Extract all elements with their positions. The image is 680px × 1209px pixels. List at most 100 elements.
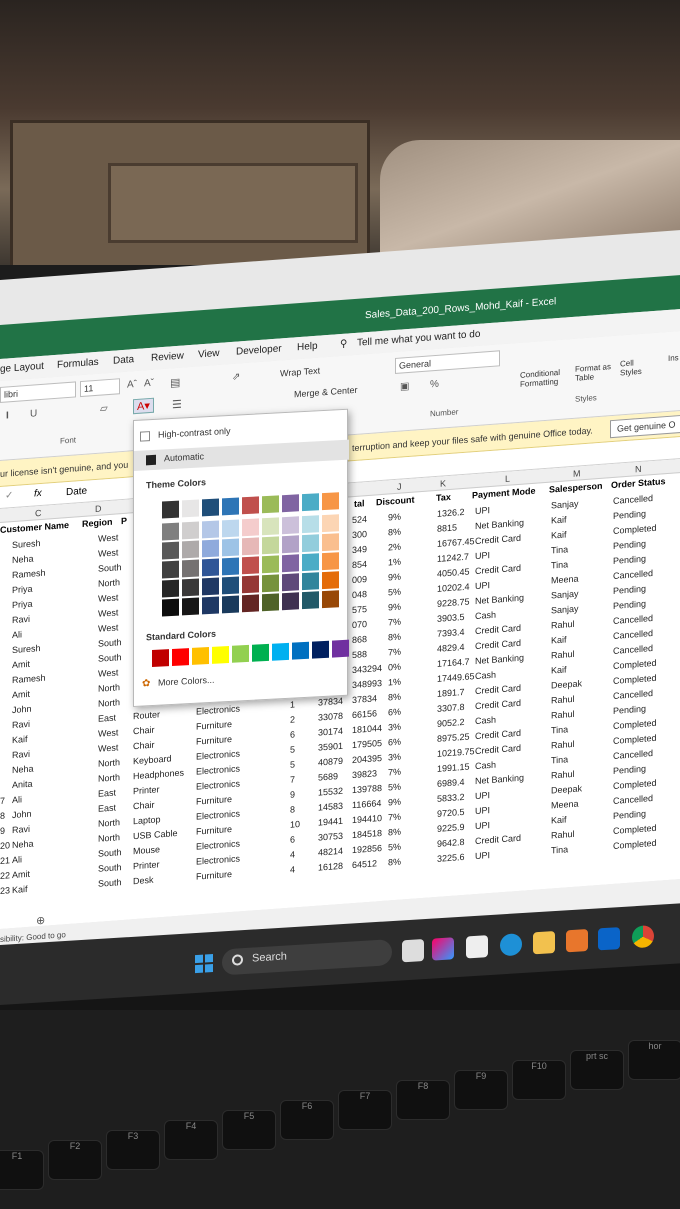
cell-name[interactable]: Kaif [12, 884, 28, 895]
cell-tax[interactable]: 9642.8 [437, 837, 465, 849]
cell-region[interactable]: West [98, 592, 118, 603]
tab-help[interactable]: Help [297, 341, 318, 354]
theme-shade-swatch[interactable] [242, 594, 259, 613]
cell-prod[interactable]: Keyboard [133, 753, 172, 766]
cell-tax[interactable]: 17449.65 [437, 671, 475, 684]
cell-cat[interactable]: Furniture [196, 869, 232, 882]
cell-sp[interactable]: Rahul [551, 619, 575, 631]
cell-st[interactable]: Completed [613, 658, 657, 671]
cell-cat[interactable]: Electronics [196, 838, 240, 851]
header-status[interactable]: Order Status [611, 476, 666, 490]
cell-n[interactable]: 7 [0, 796, 5, 806]
theme-shade-swatch[interactable] [282, 535, 299, 554]
standard-color-swatch[interactable] [212, 645, 229, 664]
get-genuine-button[interactable]: Get genuine O [610, 414, 680, 439]
cell-cat[interactable]: Furniture [196, 824, 232, 837]
cell-cat[interactable]: Furniture [196, 794, 232, 807]
cell-st[interactable]: Completed [613, 823, 657, 836]
cell-name[interactable]: Neha [12, 839, 34, 851]
theme-color-swatch[interactable] [242, 496, 259, 515]
cell-name[interactable]: Suresh [12, 538, 41, 550]
theme-shade-swatch[interactable] [202, 558, 219, 577]
theme-shade-swatch[interactable] [162, 598, 179, 617]
cell-cat[interactable]: Electronics [196, 703, 240, 716]
cell-price[interactable]: 19441 [318, 816, 343, 828]
col-header[interactable]: C [35, 508, 42, 518]
taskbar-search[interactable]: Search [222, 939, 392, 976]
cell-region[interactable]: West [98, 622, 118, 633]
cell-total[interactable]: 192856 [352, 843, 382, 855]
standard-color-swatch[interactable] [232, 644, 249, 663]
cell-region[interactable]: East [98, 802, 116, 813]
tab-data[interactable]: Data [113, 354, 134, 367]
cell-disc[interactable]: 5% [388, 782, 401, 793]
cell-tax[interactable]: 9720.5 [437, 807, 465, 819]
cell-disc[interactable]: 6% [388, 737, 401, 748]
cell-sp[interactable]: Rahul [551, 709, 575, 721]
add-sheet-icon[interactable]: ⊕ [36, 914, 45, 928]
standard-color-swatch[interactable] [292, 641, 309, 660]
cell-prod[interactable]: USB Cable [133, 828, 178, 841]
standard-color-swatch[interactable] [172, 648, 189, 666]
cell-name[interactable]: Amit [12, 689, 30, 700]
cell-sp[interactable]: Sanjay [551, 589, 579, 601]
cell-q[interactable]: 5 [290, 744, 295, 754]
theme-shade-swatch[interactable] [182, 521, 199, 540]
cell-st[interactable]: Completed [613, 523, 657, 536]
theme-shade-swatch[interactable] [322, 552, 339, 571]
cell-name[interactable]: Ravi [12, 749, 30, 760]
cell-q[interactable]: 6 [290, 834, 295, 844]
cell-st[interactable]: Pending [613, 539, 646, 551]
theme-shade-swatch[interactable] [222, 557, 239, 576]
cell-st[interactable]: Completed [613, 673, 657, 686]
checkbox-icon[interactable] [140, 431, 150, 442]
tab-view[interactable]: View [198, 348, 220, 361]
theme-shade-swatch[interactable] [182, 578, 199, 597]
cell-disc[interactable]: 9% [388, 602, 401, 613]
cell-total[interactable]: 343294 [352, 663, 382, 675]
cell-st[interactable]: Pending [613, 584, 646, 596]
theme-shade-swatch[interactable] [302, 515, 319, 534]
cell-tax[interactable]: 4050.45 [437, 567, 470, 579]
tab-formulas[interactable]: Formulas [57, 357, 99, 371]
cell-pay[interactable]: Credit Card [475, 563, 521, 576]
theme-shade-swatch[interactable] [242, 518, 259, 537]
header-discount[interactable]: Discount [376, 495, 415, 508]
theme-shade-swatch[interactable] [222, 538, 239, 557]
cell-total[interactable]: 348993 [352, 678, 382, 690]
tell-me-box[interactable]: Tell me what you want to do [357, 329, 480, 349]
align-left-icon[interactable]: ☰ [172, 398, 182, 412]
cell-name[interactable]: Ravi [12, 614, 30, 625]
standard-color-swatch[interactable] [272, 642, 289, 661]
cell-tax[interactable]: 11242.7 [437, 552, 469, 564]
theme-shade-swatch[interactable] [322, 571, 339, 590]
theme-shade-swatch[interactable] [222, 519, 239, 538]
font-color-button[interactable]: A▾ [133, 397, 154, 415]
cell-price[interactable]: 37834 [318, 696, 343, 708]
cell-disc[interactable]: 8% [388, 632, 401, 643]
theme-shade-swatch[interactable] [262, 517, 279, 536]
cell-tax[interactable]: 9228.75 [437, 597, 470, 609]
cell-disc[interactable]: 7% [388, 617, 401, 628]
theme-shade-swatch[interactable] [282, 516, 299, 535]
cell-region[interactable]: South [98, 562, 122, 574]
cell-tax[interactable]: 16767.45 [437, 536, 475, 549]
task-view-icon[interactable] [402, 939, 424, 963]
cell-prod[interactable]: Chair [133, 740, 155, 752]
col-header[interactable]: K [440, 478, 446, 488]
cell-region[interactable]: West [98, 547, 118, 558]
tab-page-layout[interactable]: ge Layout [0, 361, 44, 375]
theme-shade-swatch[interactable] [202, 596, 219, 615]
cell-q[interactable]: 2 [290, 714, 295, 724]
store-icon[interactable] [466, 935, 488, 959]
cell-region[interactable]: North [98, 697, 120, 709]
theme-shade-swatch[interactable] [162, 579, 179, 598]
cell-name[interactable]: Anita [12, 779, 33, 791]
theme-color-swatch[interactable] [222, 497, 239, 516]
cell-st[interactable]: Pending [613, 809, 646, 821]
theme-shade-swatch[interactable] [302, 553, 319, 572]
check-icon[interactable]: ✓ [5, 490, 13, 502]
theme-shade-swatch[interactable] [202, 577, 219, 596]
cell-n[interactable]: 22 [0, 870, 10, 881]
cell-sp[interactable]: Tina [551, 559, 568, 570]
